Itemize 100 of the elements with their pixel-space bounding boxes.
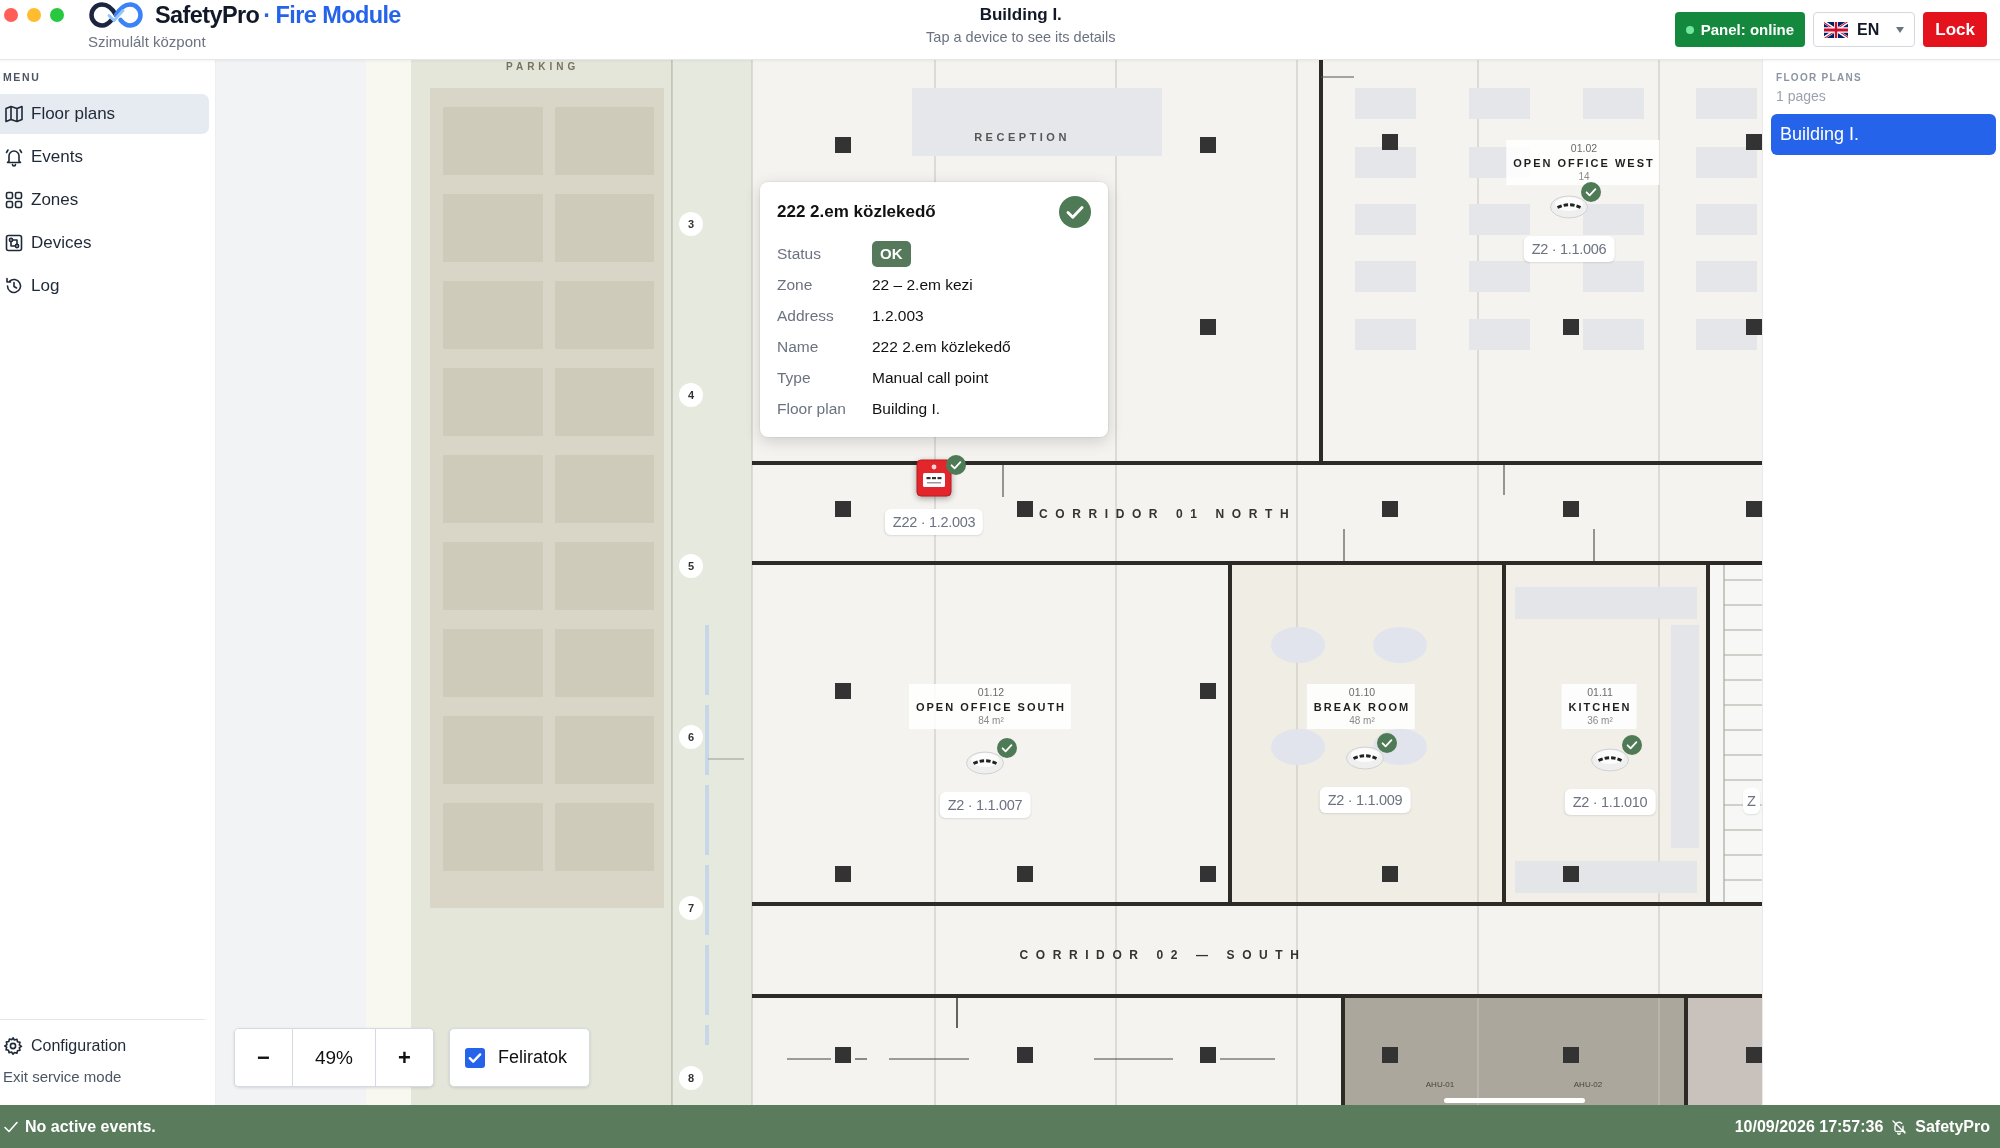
room-name: BREAK ROOM bbox=[1313, 700, 1411, 715]
structural-column bbox=[1200, 1047, 1216, 1063]
room-number: 01.12 bbox=[977, 686, 1005, 699]
parking-label: PARKING bbox=[506, 61, 580, 72]
corridor-label: CORRIDOR 01 NORTH bbox=[1039, 507, 1297, 521]
zoom-out-button[interactable]: − bbox=[235, 1029, 292, 1086]
page-count: 1 pages bbox=[1775, 88, 1826, 105]
logo-icon bbox=[88, 1, 144, 29]
structural-column bbox=[835, 683, 851, 699]
status-badge: OK bbox=[872, 240, 911, 267]
room-name: RECEPTION bbox=[974, 131, 1070, 143]
bell-icon bbox=[4, 147, 24, 167]
bell-off-icon bbox=[1891, 1118, 1908, 1135]
structural-column bbox=[835, 501, 851, 517]
structural-column bbox=[835, 1047, 851, 1063]
device-tag: Z2 · 1.1.007 bbox=[939, 792, 1031, 818]
floor-plan-item[interactable]: Building I. bbox=[1771, 114, 1996, 155]
checkbox[interactable] bbox=[465, 1047, 485, 1068]
module-name: Fire Module bbox=[275, 1, 401, 29]
popup-title: 222 2.em közlekedő bbox=[777, 202, 936, 222]
labels-toggle[interactable]: Feliratok bbox=[449, 1028, 591, 1087]
structural-column bbox=[835, 866, 851, 882]
grid-icon bbox=[4, 190, 24, 210]
page-title: Building I. bbox=[979, 5, 1062, 25]
desk bbox=[1469, 88, 1530, 119]
language-selector[interactable]: EN bbox=[1813, 12, 1916, 47]
zoom-in-button[interactable]: + bbox=[376, 1029, 433, 1086]
field-label: Type bbox=[777, 368, 812, 387]
field-label: Status bbox=[777, 244, 822, 263]
field-value: 222 2.em közlekedő bbox=[872, 337, 1011, 356]
structural-column bbox=[1746, 1047, 1762, 1063]
sidebar-item[interactable]: Zones bbox=[0, 180, 209, 220]
structural-column bbox=[1746, 319, 1762, 335]
field-value: Building I. bbox=[872, 399, 941, 418]
date-time: 10/09/2026 17:57:36 bbox=[1734, 1117, 1884, 1136]
configuration-item[interactable]: Configuration bbox=[0, 1028, 127, 1064]
structural-column bbox=[1563, 1047, 1579, 1063]
structural-column bbox=[1563, 319, 1579, 335]
sidebar-item[interactable]: Devices bbox=[0, 223, 209, 263]
field-label: Name bbox=[777, 337, 820, 356]
exit-service-mode-link[interactable]: Exit service mode bbox=[3, 1068, 122, 1086]
structural-column bbox=[1382, 134, 1398, 150]
page-hint: Tap a device to see its details bbox=[926, 28, 1116, 46]
sidebar-item[interactable]: Log bbox=[0, 266, 209, 306]
device-tag: Z bbox=[1743, 788, 1760, 814]
desk bbox=[1469, 319, 1530, 350]
desk bbox=[1583, 204, 1644, 235]
structural-column bbox=[1563, 501, 1579, 517]
device-tag: Z2 · 1.1.010 bbox=[1564, 789, 1656, 815]
structural-column bbox=[1200, 319, 1216, 335]
settings-icon bbox=[3, 1036, 23, 1056]
panel-status-button[interactable]: Panel: online bbox=[1674, 12, 1806, 47]
footer-brand: SafetyPro bbox=[1915, 1117, 1990, 1136]
desk bbox=[1469, 261, 1530, 292]
field-value: Manual call point bbox=[872, 368, 989, 387]
structural-column bbox=[1017, 866, 1033, 882]
room-area: 48 m² bbox=[1349, 715, 1375, 727]
field-value: 1.2.003 bbox=[872, 306, 924, 325]
structural-column bbox=[1200, 866, 1216, 882]
window-close-icon[interactable] bbox=[4, 8, 18, 22]
lock-button[interactable]: Lock bbox=[1923, 12, 1987, 47]
brand-name: SafetyPro bbox=[155, 1, 260, 29]
room-number: 01.02 bbox=[1570, 142, 1598, 155]
desk bbox=[1355, 147, 1416, 178]
structural-column bbox=[1563, 866, 1579, 882]
field-label: Zone bbox=[777, 275, 814, 294]
table bbox=[1271, 627, 1325, 663]
room-number: 01.10 bbox=[1348, 686, 1376, 699]
structural-column bbox=[1200, 137, 1216, 153]
device-tag: Z22 · 1.2.003 bbox=[884, 509, 984, 535]
call-point-icon[interactable] bbox=[916, 459, 952, 497]
desk bbox=[1583, 261, 1644, 292]
structural-column bbox=[1017, 1047, 1033, 1063]
floor-plans-heading: FLOOR PLANS bbox=[1775, 72, 1862, 84]
caret-icon bbox=[1896, 26, 1905, 33]
field-label: Floor plan bbox=[777, 399, 847, 418]
field-label: Address bbox=[777, 306, 835, 325]
structural-column bbox=[1382, 866, 1398, 882]
desk bbox=[1469, 204, 1530, 235]
structural-column bbox=[1382, 1047, 1398, 1063]
site-subtitle: Szimulált központ bbox=[88, 33, 207, 50]
map-icon bbox=[4, 104, 24, 124]
equipment-label: AHU-02 bbox=[1573, 1080, 1603, 1089]
field-value: 22 – 2.em kezi bbox=[872, 275, 973, 294]
structural-column bbox=[1746, 134, 1762, 150]
structural-column bbox=[1746, 501, 1762, 517]
room-number: 01.11 bbox=[1587, 686, 1613, 699]
flag-icon bbox=[1824, 21, 1849, 38]
structural-column bbox=[1382, 501, 1398, 517]
room-name: OPEN OFFICE WEST bbox=[1513, 156, 1655, 171]
circuit-icon bbox=[4, 233, 24, 253]
check-icon bbox=[4, 1120, 18, 1133]
room-area: 84 m² bbox=[978, 715, 1004, 727]
sidebar-item[interactable]: Events bbox=[0, 137, 209, 177]
room-name: OPEN OFFICE SOUTH bbox=[915, 700, 1067, 715]
room-area: 14 bbox=[1578, 171, 1590, 183]
sidebar-item[interactable]: Floor plans bbox=[0, 94, 209, 134]
status-message: No active events. bbox=[25, 1117, 156, 1136]
structural-column bbox=[1200, 683, 1216, 699]
device-tag: Z2 · 1.1.006 bbox=[1523, 236, 1615, 262]
